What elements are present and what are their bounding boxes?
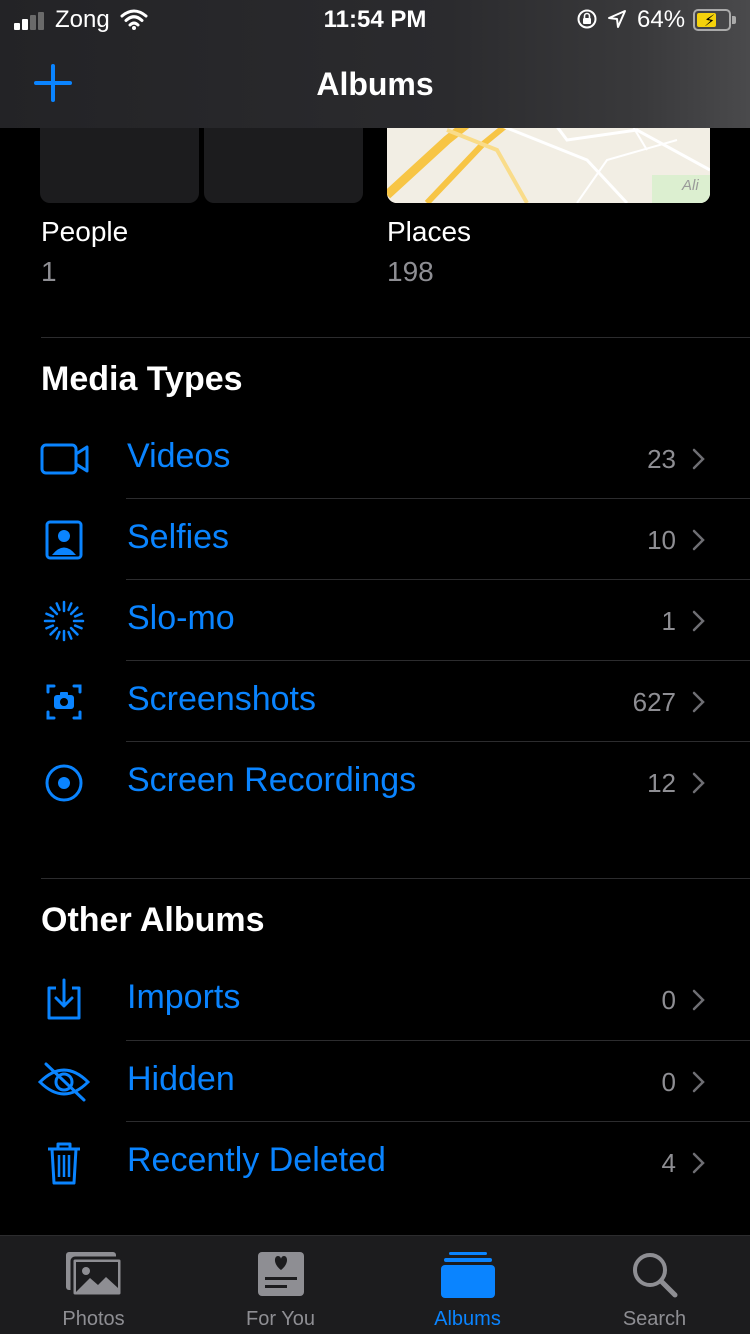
media-row-slo-mo[interactable]: Slo-mo 1 [0,581,750,662]
tab-for-you[interactable]: For You [187,1236,374,1334]
tab-label: Photos [62,1308,125,1330]
album-name-people[interactable]: People [41,216,128,248]
hidden-eye-icon [38,1062,91,1102]
video-camera-icon [40,443,89,475]
album-row-hidden[interactable]: Hidden 0 [0,1042,750,1123]
row-divider [126,1121,750,1122]
tab-label: Albums [434,1308,501,1330]
row-divider [126,1040,750,1041]
tab-search[interactable]: Search [561,1236,748,1334]
row-label: Hidden [127,1060,235,1098]
page-title: Albums [316,66,434,102]
chevron-right-icon [692,1071,705,1093]
photos-icon [65,1252,123,1298]
chevron-right-icon [692,772,705,794]
media-row-screenshots[interactable]: Screenshots 627 [0,662,750,743]
row-count: 1 [661,606,676,636]
row-count: 23 [647,444,676,474]
battery-percentage: 64% [637,6,686,33]
import-icon [47,978,81,1020]
tab-label: For You [246,1308,315,1330]
row-label: Slo-mo [127,599,235,637]
row-label: Screen Recordings [127,761,417,799]
media-row-screen-recordings[interactable]: Screen Recordings 12 [0,743,750,824]
media-row-selfies[interactable]: Selfies 10 [0,500,750,581]
tab-albums[interactable]: Albums [374,1236,561,1334]
row-label: Imports [127,978,241,1016]
selfie-portrait-icon [45,520,83,560]
albums-icon [440,1252,495,1298]
slo-mo-icon [43,600,85,642]
map-label: Ali [681,177,699,194]
row-count: 4 [661,1148,676,1178]
navigation-bar: Zong 11:54 PM 64% ⚡ Albums [0,0,750,128]
album-row-imports[interactable]: Imports 0 [0,960,750,1041]
row-count: 0 [661,1067,676,1097]
row-count: 10 [647,525,676,555]
screenshot-icon [46,684,82,720]
chevron-right-icon [692,691,705,713]
row-count: 627 [632,687,676,717]
search-icon [632,1253,677,1298]
row-label: Selfies [127,518,230,556]
orientation-lock-icon [577,9,597,29]
row-label: Screenshots [127,680,316,718]
status-bar: Zong 11:54 PM 64% ⚡ [0,0,750,40]
section-divider [41,337,750,338]
screen-recording-icon [45,764,83,802]
album-count-people: 1 [41,256,57,287]
row-label: Videos [127,437,231,475]
row-label: Recently Deleted [127,1141,386,1179]
row-divider [126,579,750,580]
album-row-recently-deleted[interactable]: Recently Deleted 4 [0,1123,750,1204]
album-count-places: 198 [387,256,434,287]
row-divider [126,498,750,499]
chevron-right-icon [692,989,705,1011]
chevron-right-icon [692,448,705,470]
chevron-right-icon [692,529,705,551]
chevron-right-icon [692,610,705,632]
tab-label: Search [622,1308,687,1330]
trash-icon [48,1142,80,1185]
for-you-icon [257,1252,304,1296]
other-albums-heading: Other Albums [41,901,265,939]
battery-icon: ⚡ [693,9,736,31]
album-name-places[interactable]: Places [387,216,471,248]
media-row-videos[interactable]: Videos 23 [0,419,750,500]
tab-bar: Photos For You Albums Search [0,1235,750,1334]
row-divider [126,741,750,742]
row-count: 0 [661,985,676,1015]
chevron-right-icon [692,1152,705,1174]
tab-photos[interactable]: Photos [0,1236,187,1334]
media-types-heading: Media Types [41,360,243,398]
location-arrow-icon [608,10,626,28]
row-divider [126,660,750,661]
section-divider [41,878,750,879]
row-count: 12 [647,768,676,798]
